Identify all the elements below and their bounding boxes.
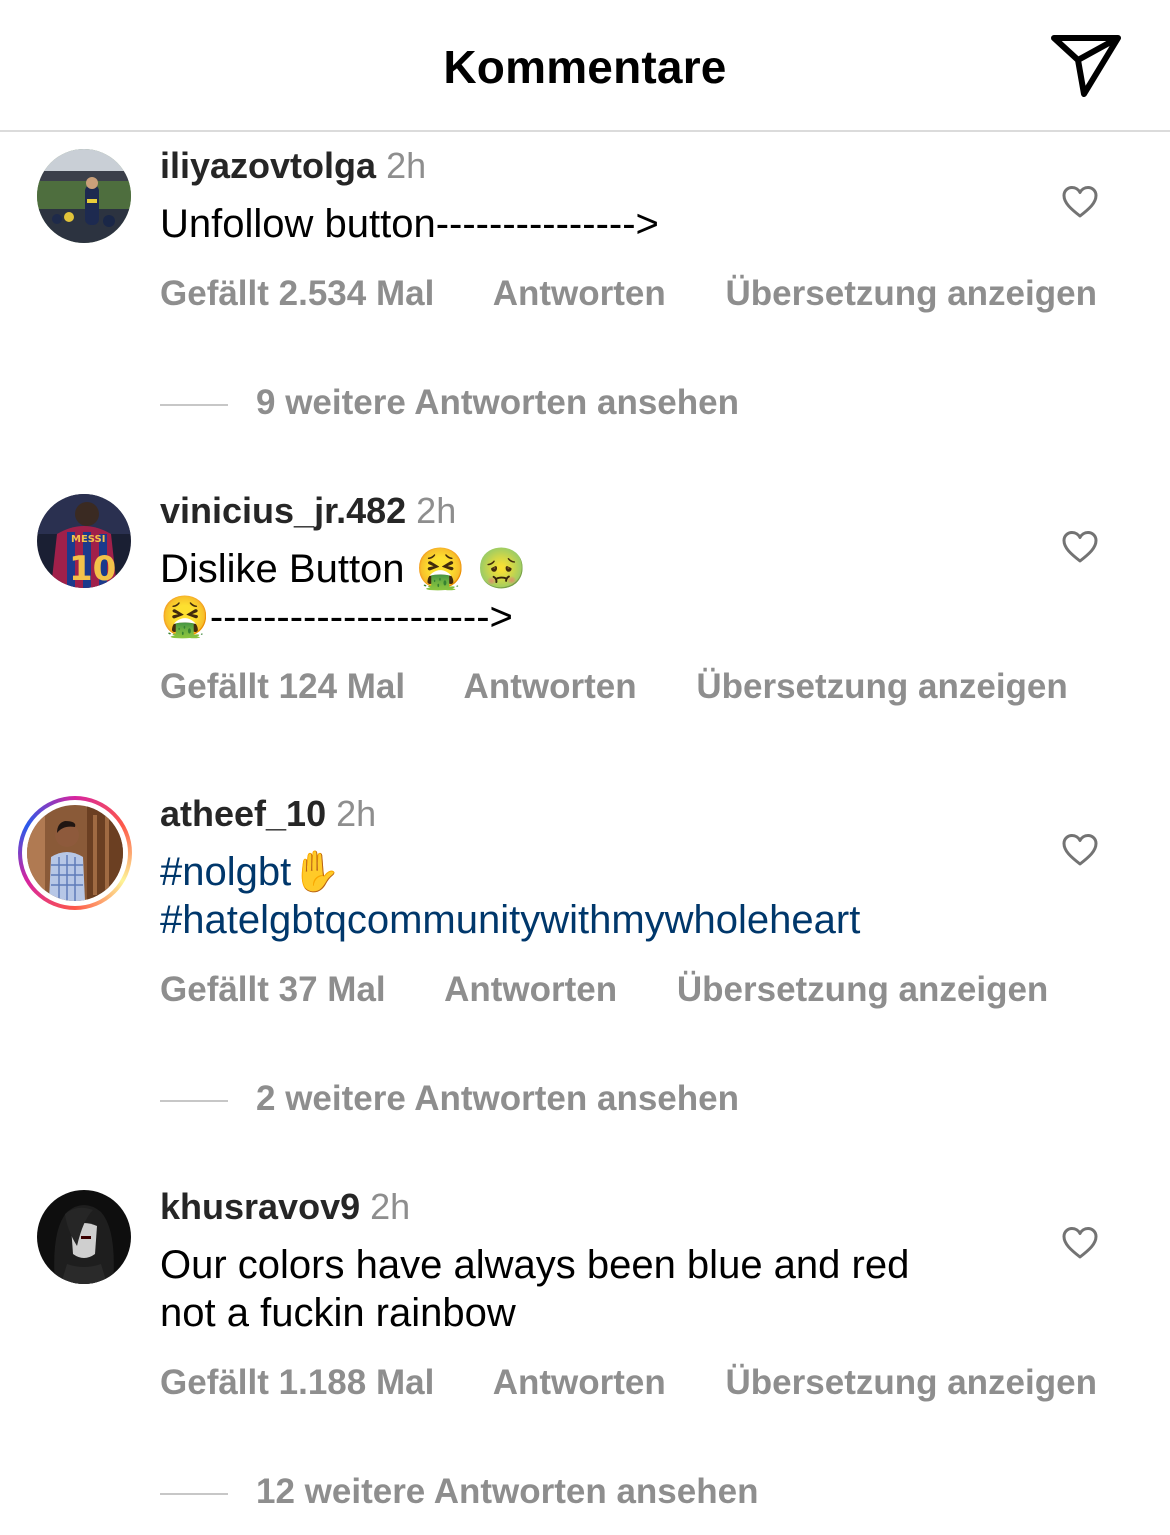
comment-actions: Gefällt 37 Mal Antworten Übersetzung anz… <box>160 970 1048 1010</box>
translate-button[interactable]: Übersetzung anzeigen <box>696 667 1067 706</box>
timestamp: 2h <box>370 1186 411 1227</box>
vomit-emoji: 🤮 <box>160 594 210 640</box>
raised-hand-emoji: ✋ <box>291 849 342 895</box>
likes-count[interactable]: Gefällt 1.188 Mal <box>160 1363 434 1402</box>
hashtag-link[interactable]: #nolgbt <box>160 850 291 894</box>
comment-text: #nolgbt✋ #hatelgbtqcommunitywithmywholeh… <box>160 848 1020 944</box>
view-more-replies[interactable]: 9 weitere Antworten ansehen <box>160 383 739 423</box>
replies-divider <box>160 1492 228 1495</box>
replies-divider <box>160 1099 228 1102</box>
story-ring-gap <box>22 800 128 906</box>
timestamp: 2h <box>416 490 457 531</box>
view-more-replies[interactable]: 2 weitere Antworten ansehen <box>160 1079 739 1119</box>
comment-text: Dislike Button 🤮 🤢 🤮--------------------… <box>160 545 1020 641</box>
comment-text: Unfollow button---------------> <box>160 200 1020 248</box>
username[interactable]: iliyazovtolga <box>160 145 376 186</box>
likes-count[interactable]: Gefällt 37 Mal <box>160 970 386 1009</box>
svg-text:10: 10 <box>69 549 116 588</box>
replies-divider <box>160 403 228 406</box>
comment-meta: vinicius_jr.482 2h <box>160 491 456 531</box>
view-more-replies[interactable]: 12 weitere Antworten ansehen <box>160 1472 758 1512</box>
comment-text: Our colors have always been blue and red… <box>160 1241 1020 1337</box>
comment-actions: Gefällt 1.188 Mal Antworten Übersetzung … <box>160 1363 1097 1403</box>
reply-button[interactable]: Antworten <box>493 1363 666 1402</box>
story-ring[interactable] <box>18 796 132 910</box>
likes-count[interactable]: Gefällt 124 Mal <box>160 667 405 706</box>
avatar[interactable] <box>37 1190 131 1284</box>
heart-icon[interactable] <box>1061 833 1099 867</box>
username[interactable]: vinicius_jr.482 <box>160 490 406 531</box>
comment-meta: iliyazovtolga 2h <box>160 146 426 186</box>
svg-text:MESSI: MESSI <box>71 534 105 545</box>
avatar[interactable]: MESSI 10 <box>37 494 131 588</box>
avatar <box>27 805 123 901</box>
comment-text-line: Dislike Button <box>160 547 416 591</box>
translate-button[interactable]: Übersetzung anzeigen <box>726 1363 1097 1402</box>
more-replies-label: 2 weitere Antworten ansehen <box>256 1079 739 1118</box>
comment-text-line: Unfollow button---------------> <box>160 202 659 246</box>
nauseated-emoji: 🤢 <box>476 546 527 592</box>
heart-icon[interactable] <box>1061 530 1099 564</box>
hashtag-link[interactable]: #hatelgbtqcommunitywithmywholeheart <box>160 898 860 942</box>
avatar[interactable] <box>37 149 131 243</box>
username[interactable]: atheef_10 <box>160 793 326 834</box>
comments-header: Kommentare <box>0 0 1170 132</box>
translate-button[interactable]: Übersetzung anzeigen <box>677 970 1048 1009</box>
reply-button[interactable]: Antworten <box>444 970 617 1009</box>
paper-plane-icon[interactable] <box>1048 32 1124 98</box>
comment-text-line: not a fuckin rainbow <box>160 1291 516 1335</box>
translate-button[interactable]: Übersetzung anzeigen <box>726 274 1097 313</box>
comment-text-line: ---------------------> <box>209 595 513 639</box>
more-replies-label: 9 weitere Antworten ansehen <box>256 383 739 422</box>
reply-button[interactable]: Antworten <box>464 667 637 706</box>
comment-meta: atheef_10 2h <box>160 794 376 834</box>
comment-actions: Gefällt 124 Mal Antworten Übersetzung an… <box>160 667 1068 707</box>
timestamp: 2h <box>386 145 427 186</box>
page-title: Kommentare <box>443 41 727 93</box>
vomit-emoji: 🤮 <box>415 546 466 592</box>
reply-button[interactable]: Antworten <box>493 274 666 313</box>
heart-icon[interactable] <box>1061 185 1099 219</box>
comment-text-line: Our colors have always been blue and red <box>160 1243 910 1287</box>
comment-actions: Gefällt 2.534 Mal Antworten Übersetzung … <box>160 274 1097 314</box>
more-replies-label: 12 weitere Antworten ansehen <box>256 1472 759 1511</box>
heart-icon[interactable] <box>1061 1226 1099 1260</box>
username[interactable]: khusravov9 <box>160 1186 360 1227</box>
likes-count[interactable]: Gefällt 2.534 Mal <box>160 274 434 313</box>
comment-meta: khusravov9 2h <box>160 1187 410 1227</box>
timestamp: 2h <box>336 793 377 834</box>
